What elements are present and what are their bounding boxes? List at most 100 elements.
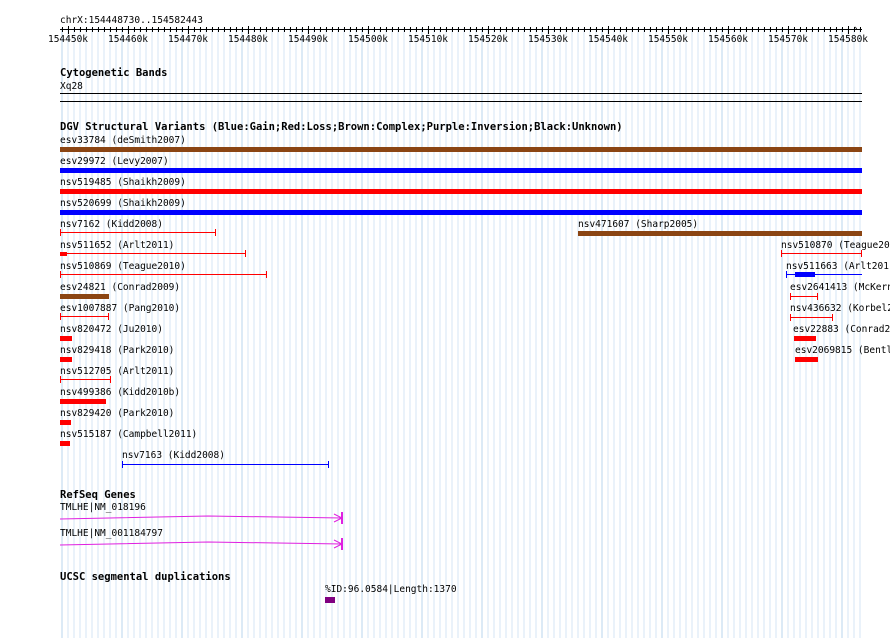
region-label: chrX:154448730..154582443 [60,15,203,26]
dgv-feature-bar[interactable] [60,420,71,425]
dgv-feature-label[interactable]: esv2069815 (Bentley2008) [795,345,890,356]
ruler-minor-tick [254,27,255,32]
ruler-minor-tick [698,27,699,32]
ruler-minor-tick [512,27,513,32]
ruler-minor-tick [842,27,843,32]
dgv-feature-bar[interactable] [781,253,862,254]
dgv-feature-bar[interactable] [794,336,816,341]
dgv-feature-label[interactable]: nsv820472 (Ju2010) [60,324,163,335]
ruler-tick-label: 154540k [587,34,629,45]
dgv-feature-label[interactable]: nsv511663 (Arlt2011) [786,261,890,272]
dgv-feature-bar[interactable] [60,294,109,299]
dgv-feature-label[interactable]: nsv829418 (Park2010) [60,345,174,356]
dgv-feature-label[interactable]: nsv7163 (Kidd2008) [122,450,225,461]
dgv-feature-label[interactable]: esv33784 (deSmith2007) [60,135,186,146]
dgv-feature-bar[interactable] [60,399,106,404]
ruler-minor-tick [302,27,303,32]
dgv-feature-label[interactable]: nsv519485 (Shaikh2009) [60,177,186,188]
dgv-feature-cap [790,293,791,300]
ruler-minor-tick [410,27,411,32]
dgv-feature-bar[interactable] [790,317,833,318]
dgv-feature-bar[interactable] [795,357,818,362]
ruler-minor-tick [320,27,321,32]
dgv-feature-label[interactable]: esv22883 (Conrad2009) [793,324,890,335]
ruler-minor-tick [770,27,771,32]
ruler-major-tick [608,26,609,34]
ruler-minor-tick [764,27,765,32]
dgv-feature-bar[interactable] [60,274,267,275]
track-title-cytobands: Cytogenetic Bands [60,67,168,79]
ruler-minor-tick [632,27,633,32]
ruler-minor-tick [170,27,171,32]
dgv-feature-cap [108,313,109,320]
ruler-minor-tick [380,27,381,32]
dgv-feature-bar[interactable] [60,357,72,362]
dgv-feature-bar[interactable] [790,296,818,297]
dgv-feature-label[interactable]: nsv511652 (Arlt2011) [60,240,174,251]
dgv-feature-label[interactable]: nsv512705 (Arlt2011) [60,366,174,377]
ruler-tick-label: 154480k [227,34,269,45]
dgv-feature-label[interactable]: nsv510869 (Teague2010) [60,261,186,272]
dgv-feature-label[interactable]: nsv520699 (Shaikh2009) [60,198,186,209]
dgv-feature-bar[interactable] [60,210,862,215]
ruler-tick-label: 154450k [47,34,89,45]
segdup-feature-bar[interactable] [325,597,335,603]
ruler-minor-tick [404,27,405,32]
ruler-minor-tick [740,27,741,32]
ruler-minor-tick [332,27,333,32]
ruler-minor-tick [758,27,759,32]
dgv-feature-label[interactable]: nsv7162 (Kidd2008) [60,219,163,230]
dgv-feature-bar[interactable] [60,379,111,380]
dgv-feature-bar[interactable] [60,189,862,194]
ruler-major-tick [488,26,489,34]
ruler-minor-tick [164,27,165,32]
ruler-minor-tick [536,27,537,32]
ruler-tick-label: 154510k [407,34,449,45]
ruler-minor-tick [458,27,459,32]
dgv-feature-label[interactable]: esv1007887 (Pang2010) [60,303,180,314]
dgv-feature-label[interactable]: esv24821 (Conrad2009) [60,282,180,293]
refseq-gene-model[interactable] [58,537,358,551]
dgv-feature-label[interactable]: nsv510870 (Teague2010) [781,240,890,251]
track-title-refseq: RefSeq Genes [60,489,136,501]
ruler-minor-tick [662,27,663,32]
ruler-minor-tick [122,27,123,32]
dgv-feature-label[interactable]: nsv829420 (Park2010) [60,408,174,419]
refseq-gene-model[interactable] [58,511,358,525]
ruler-minor-tick [812,27,813,32]
ruler-tick-label: 154490k [287,34,329,45]
ruler-minor-tick [104,27,105,32]
dgv-feature-label[interactable]: nsv499386 (Kidd2010b) [60,387,180,398]
dgv-feature-bar[interactable] [122,464,329,465]
dgv-feature-line [60,253,246,254]
dgv-feature-bar[interactable] [60,168,862,173]
dgv-feature-bar[interactable] [60,147,862,152]
track-title-segdups: UCSC segmental duplications [60,571,231,583]
ruler-minor-tick [422,27,423,32]
segdup-feature-label[interactable]: %ID:96.0584|Length:1370 [325,584,457,595]
ruler-minor-tick [476,27,477,32]
dgv-feature-bar[interactable] [60,336,72,341]
dgv-feature-label[interactable]: nsv515187 (Campbell2011) [60,429,197,440]
ruler-minor-tick [62,27,63,32]
dgv-feature-core [795,272,815,277]
dgv-feature-bar[interactable] [60,441,70,446]
ruler-minor-tick [686,27,687,32]
ruler-minor-tick [716,27,717,32]
dgv-feature-label[interactable]: esv29972 (Levy2007) [60,156,169,167]
dgv-feature-bar[interactable] [60,316,109,317]
dgv-feature-cap [122,461,123,468]
dgv-feature-cap [861,250,862,257]
dgv-feature-bar[interactable] [60,232,216,233]
ruler-minor-tick [818,27,819,32]
dgv-feature-bar[interactable] [578,231,862,236]
dgv-feature-label[interactable]: esv2641413 (McKernan2009) [790,282,890,293]
dgv-feature-label[interactable]: nsv436632 (Korbel2007) [790,303,890,314]
ruler-minor-tick [326,27,327,32]
ruler-minor-tick [446,27,447,32]
ruler-major-tick [68,26,69,34]
ruler-minor-tick [260,27,261,32]
ruler-minor-tick [146,27,147,32]
dgv-feature-label[interactable]: nsv471607 (Sharp2005) [578,219,698,230]
ruler-minor-tick [242,27,243,32]
